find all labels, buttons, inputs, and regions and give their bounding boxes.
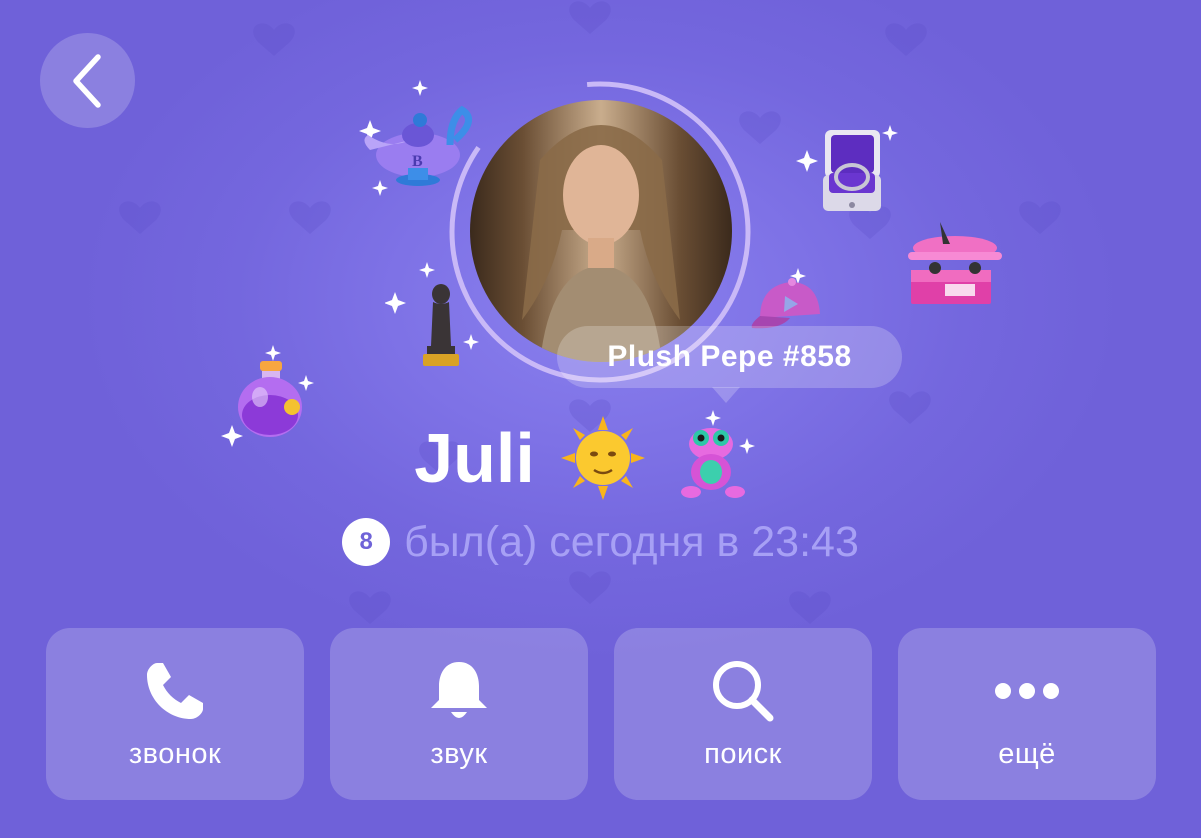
ring-box-icon[interactable] <box>795 115 900 220</box>
name-row: Juli <box>0 408 1201 508</box>
gift-tooltip-arrow <box>712 387 740 403</box>
chevron-left-icon <box>72 53 101 108</box>
plush-pepe-icon[interactable] <box>671 410 757 506</box>
phone-icon <box>142 658 208 724</box>
status-row: 8 был(а) сегодня в 23:43 <box>0 512 1201 572</box>
search-button[interactable]: поиск <box>614 628 872 800</box>
level-badge[interactable]: 8 <box>342 518 391 566</box>
svg-text:B: B <box>412 153 423 170</box>
call-button-label: звонок <box>128 738 222 770</box>
back-button[interactable] <box>40 33 135 128</box>
gift-tooltip: Plush Pepe #858 <box>557 326 902 388</box>
last-seen-status: был(а) сегодня в 23:43 <box>404 517 859 566</box>
sun-emoji-status-icon[interactable] <box>560 416 645 500</box>
sound-button-label: звук <box>430 738 488 770</box>
more-button[interactable]: ещё <box>898 628 1156 800</box>
action-bar: звонок звук поиск ещё <box>46 628 1156 800</box>
toy-airplane-icon[interactable] <box>905 220 1005 310</box>
call-button[interactable]: звонок <box>46 628 304 800</box>
search-icon <box>710 658 776 724</box>
more-icon <box>994 658 1060 724</box>
gift-tooltip-text: Plush Pepe #858 <box>607 340 852 373</box>
search-button-label: поиск <box>704 738 782 770</box>
avatar[interactable] <box>470 100 732 362</box>
more-button-label: ещё <box>998 738 1056 770</box>
profile-name: Juli <box>414 419 535 497</box>
sound-button[interactable]: звук <box>330 628 588 800</box>
bell-icon <box>426 658 492 724</box>
